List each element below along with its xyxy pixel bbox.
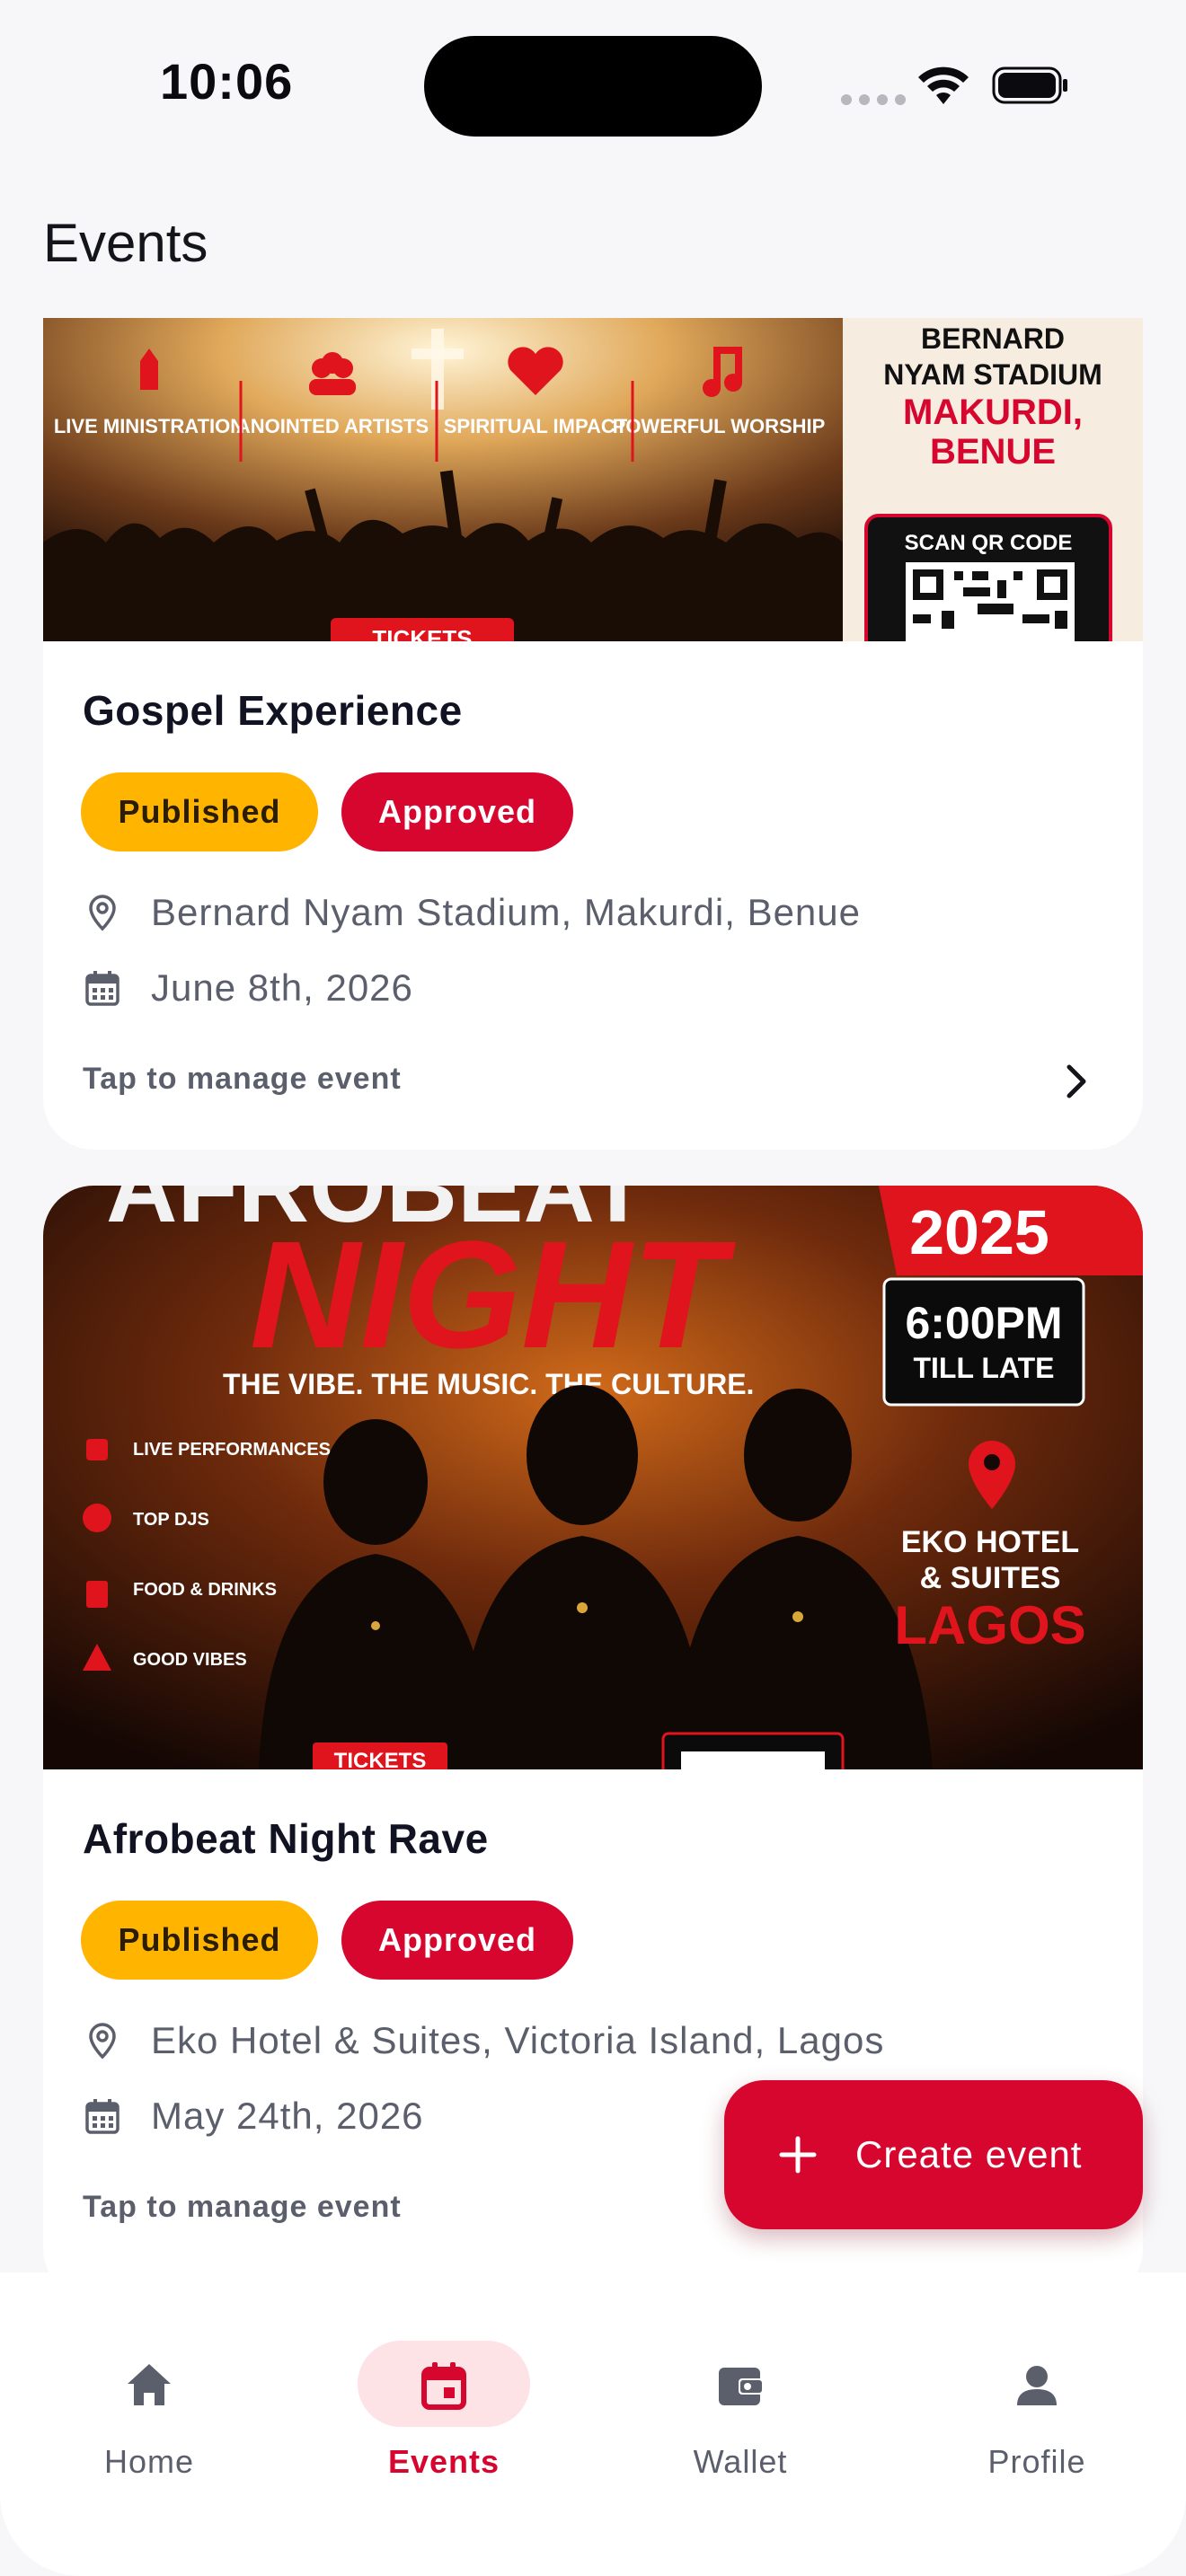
banner-feature: LIVE PERFORMANCES (133, 1440, 331, 1460)
nav-label: Wallet (693, 2443, 788, 2480)
banner-state: BENUE (930, 432, 1056, 472)
banner-tickets-label: TICKETS (334, 1749, 427, 1769)
nav-label: Profile (987, 2443, 1086, 2480)
banner-feature: LIVE MINISTRATION (54, 415, 244, 437)
nav-item-home[interactable]: Home (41, 2308, 257, 2488)
status-badge-published: Published (81, 772, 318, 851)
location-pin-icon (89, 2023, 116, 2060)
banner-tagline: THE VIBE. THE MUSIC. THE CULTURE. (223, 1368, 754, 1400)
app-screen: 10:06 Events LIVE MINISTRATION ANOINTED … (0, 0, 1186, 2576)
profile-icon (1017, 2366, 1057, 2405)
nav-item-wallet[interactable]: Wallet (633, 2308, 848, 2488)
calendar-icon (421, 2362, 466, 2410)
banner-feature: ANOINTED ARTISTS (236, 415, 429, 437)
event-title: Afrobeat Night Rave (83, 1815, 489, 1862)
banner-venue: NYAM STADIUM (883, 358, 1102, 391)
event-card[interactable]: LIVE MINISTRATION ANOINTED ARTISTS SPIRI… (43, 318, 1143, 1150)
banner-feature: GOOD VIBES (133, 1650, 247, 1670)
event-banner-image: AFROBEAT NIGHT THE VIBE. THE MUSIC. THE … (43, 1186, 1143, 1769)
nav-label: Events (387, 2443, 500, 2480)
nav-item-profile[interactable]: Profile (929, 2308, 1145, 2488)
calendar-icon (85, 971, 119, 1006)
create-event-label: Create event (855, 2133, 1083, 2175)
banner-time: 6:00PM (905, 1298, 1062, 1348)
banner-venue: EKO HOTEL (901, 1525, 1079, 1559)
event-location: Bernard Nyam Stadium, Makurdi, Benue (151, 891, 862, 933)
nav-label: Home (103, 2443, 195, 2480)
banner-feature: POWERFUL WORSHIP (613, 415, 826, 437)
event-banner-image: LIVE MINISTRATION ANOINTED ARTISTS SPIRI… (43, 318, 1143, 641)
wallet-icon (719, 2368, 764, 2405)
nav-item-events[interactable]: Events (336, 2308, 552, 2488)
event-location-row: Bernard Nyam Stadium, Makurdi, Benue (83, 886, 861, 940)
location-pin-icon (89, 895, 116, 931)
event-date: May 24th, 2026 (151, 2095, 424, 2137)
qr-code-icon (681, 1751, 825, 1769)
banner-feature: TOP DJS (133, 1510, 209, 1530)
event-date-row: June 8th, 2026 (83, 961, 413, 1015)
battery-icon (992, 66, 1067, 104)
calendar-icon (85, 2099, 119, 2134)
event-location: Eko Hotel & Suites, Victoria Island, Lag… (151, 2019, 885, 2061)
manage-event-hint: Tap to manage event (83, 1062, 402, 1096)
banner-year: 2025 (909, 1197, 1049, 1267)
banner-city: MAKURDI, (903, 393, 1083, 432)
banner-feature: FOOD & DRINKS (133, 1580, 277, 1600)
dynamic-island (424, 36, 762, 137)
banner-time-sub: TILL LATE (913, 1352, 1054, 1384)
banner-qr-label: SCAN QR CODE (905, 531, 1073, 555)
cellular-signal-icon (841, 93, 913, 110)
status-badge-approved: Approved (341, 1901, 573, 1980)
bottom-navigation: Home Events Wallet Profile (0, 2272, 1186, 2576)
status-badge-approved: Approved (341, 772, 573, 851)
banner-feature: SPIRITUAL IMPACT (444, 415, 628, 437)
page-title: Events (43, 213, 208, 273)
status-time: 10:06 (160, 53, 294, 110)
chevron-right-icon[interactable] (1060, 1063, 1093, 1099)
banner-venue: BERNARD (921, 322, 1065, 355)
manage-event-hint: Tap to manage event (83, 2190, 402, 2224)
banner-tickets-label: TICKETS (372, 625, 472, 641)
home-icon (128, 2364, 171, 2405)
qr-code-icon (906, 562, 1075, 641)
event-date-row: May 24th, 2026 (83, 2089, 424, 2143)
banner-city: LAGOS (894, 1595, 1085, 1655)
event-date: June 8th, 2026 (151, 966, 413, 1009)
event-title: Gospel Experience (83, 687, 463, 734)
wifi-icon (918, 66, 969, 104)
banner-venue: & SUITES (920, 1561, 1061, 1595)
plus-icon (779, 2136, 817, 2174)
status-badge-published: Published (81, 1901, 318, 1980)
create-event-button[interactable]: Create event (724, 2080, 1143, 2229)
event-location-row: Eko Hotel & Suites, Victoria Island, Lag… (83, 2014, 884, 2068)
banner-headline: NIGHT (250, 1210, 736, 1381)
